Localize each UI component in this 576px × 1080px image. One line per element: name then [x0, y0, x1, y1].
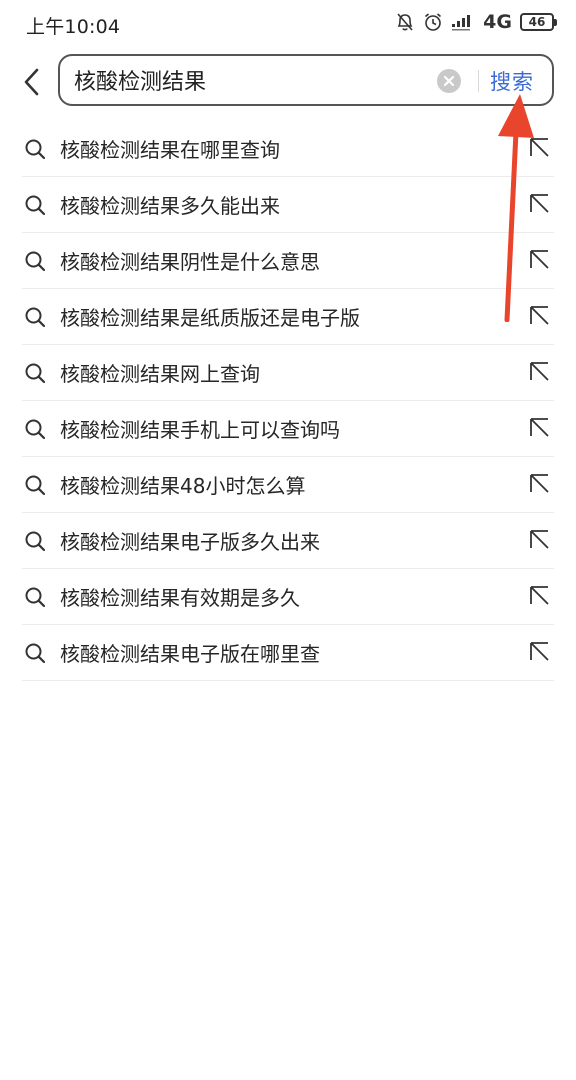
- suggestion-label: 核酸检测结果阴性是什么意思: [60, 250, 320, 274]
- fill-arrow-icon[interactable]: [528, 641, 550, 663]
- fill-arrow-icon[interactable]: [528, 417, 550, 439]
- suggestion-label: 核酸检测结果有效期是多久: [60, 586, 300, 610]
- search-icon: [25, 195, 46, 215]
- suggestion-item[interactable]: 核酸检测结果多久能出来: [22, 177, 554, 233]
- alarm-icon: [425, 13, 442, 31]
- fill-arrow-icon[interactable]: [528, 529, 550, 551]
- fill-arrow-icon[interactable]: [528, 193, 550, 215]
- search-icon: [25, 139, 46, 159]
- search-screen: 上午10:04 4G 46 核酸检测结果 搜索 核酸检测结果在哪里查询 核酸检测…: [0, 0, 576, 1080]
- search-icon: [25, 531, 46, 551]
- suggestion-item[interactable]: 核酸检测结果48小时怎么算: [22, 457, 554, 513]
- suggestion-item[interactable]: 核酸检测结果阴性是什么意思: [22, 233, 554, 289]
- suggestion-item[interactable]: 核酸检测结果有效期是多久: [22, 569, 554, 625]
- suggestion-label: 核酸检测结果是纸质版还是电子版: [60, 306, 360, 330]
- suggestion-label: 核酸检测结果在哪里查询: [60, 138, 280, 162]
- battery-level: 46: [528, 15, 546, 29]
- close-icon: [443, 75, 455, 87]
- suggestion-label: 核酸检测结果手机上可以查询吗: [60, 418, 340, 442]
- mute-icon: [397, 13, 413, 31]
- chevron-left-icon: [24, 68, 39, 96]
- suggestion-label: 核酸检测结果电子版多久出来: [60, 530, 320, 554]
- suggestion-item[interactable]: 核酸检测结果手机上可以查询吗: [22, 401, 554, 457]
- status-bar: 上午10:04 4G 46: [0, 0, 576, 46]
- suggestion-label: 核酸检测结果网上查询: [60, 362, 260, 386]
- suggestion-label: 核酸检测结果48小时怎么算: [60, 474, 306, 498]
- fill-arrow-icon[interactable]: [528, 305, 550, 327]
- fill-arrow-icon[interactable]: [528, 361, 550, 383]
- signal-icon: [452, 15, 471, 31]
- search-icon: [25, 419, 46, 439]
- fill-arrow-icon[interactable]: [528, 249, 550, 271]
- fill-arrow-icon[interactable]: [528, 137, 550, 159]
- clear-button[interactable]: [437, 69, 461, 93]
- search-input[interactable]: [74, 64, 414, 96]
- back-button[interactable]: [14, 60, 50, 104]
- suggestion-item[interactable]: 核酸检测结果是纸质版还是电子版: [22, 289, 554, 345]
- search-divider: [478, 70, 479, 92]
- suggestion-label: 核酸检测结果多久能出来: [60, 194, 280, 218]
- suggestion-item[interactable]: 核酸检测结果网上查询: [22, 345, 554, 401]
- search-icon: [25, 587, 46, 607]
- suggestion-label: 核酸检测结果电子版在哪里查: [60, 642, 320, 666]
- status-icons: 4G 46: [395, 11, 557, 33]
- suggestion-item[interactable]: 核酸检测结果在哪里查询: [22, 121, 554, 177]
- status-time: 上午10:04: [26, 16, 121, 38]
- battery-icon: 46: [520, 13, 557, 31]
- search-icon: [25, 475, 46, 495]
- suggestion-item[interactable]: 核酸检测结果电子版多久出来: [22, 513, 554, 569]
- search-icon: [25, 363, 46, 383]
- suggestion-item[interactable]: 核酸检测结果电子版在哪里查: [22, 625, 554, 681]
- fill-arrow-icon[interactable]: [528, 585, 550, 607]
- search-icon: [25, 643, 46, 663]
- search-submit-button[interactable]: 搜索: [490, 66, 534, 96]
- search-icon: [25, 251, 46, 271]
- search-bar: 搜索: [58, 54, 554, 106]
- search-icon: [25, 307, 46, 327]
- network-type: 4G: [483, 11, 512, 33]
- suggestion-list: 核酸检测结果在哪里查询 核酸检测结果多久能出来 核酸检测结果阴性是什么意思 核酸检测结…: [22, 121, 554, 681]
- fill-arrow-icon[interactable]: [528, 473, 550, 495]
